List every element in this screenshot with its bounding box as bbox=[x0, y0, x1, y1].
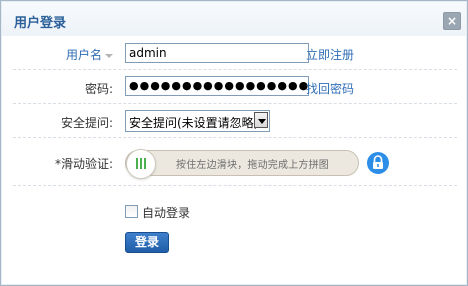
grip-bar bbox=[144, 158, 146, 169]
close-icon: × bbox=[446, 14, 458, 28]
password-row: 密码: ●●●●●●●●●●●●●●●●● 找回密码 bbox=[13, 70, 457, 104]
register-link[interactable]: 立即注册 bbox=[306, 46, 354, 63]
auto-login-label[interactable]: 自动登录 bbox=[142, 204, 190, 221]
login-button[interactable]: 登录 bbox=[125, 232, 169, 253]
chevron-down-icon[interactable] bbox=[254, 112, 268, 128]
grip-bar bbox=[136, 158, 138, 169]
security-question-label: 安全提问: bbox=[60, 116, 113, 130]
username-row: 用户名 admin 立即注册 bbox=[13, 37, 457, 70]
username-label-text: 用户名 bbox=[65, 48, 102, 62]
lock-icon bbox=[367, 152, 389, 174]
login-dialog: 用户登录 × 用户名 admin 立即注册 密码: ●●●●●●●●●●●●●●… bbox=[0, 0, 468, 286]
grip-bar bbox=[140, 158, 142, 169]
dialog-titlebar: 用户登录 × bbox=[2, 2, 466, 36]
captcha-slider-track: 按住左边滑块，拖动完成上方拼图 bbox=[125, 149, 359, 179]
security-question-select[interactable]: 安全提问(未设置请忽略) bbox=[125, 110, 270, 132]
chevron-down-icon bbox=[105, 53, 113, 58]
close-button[interactable]: × bbox=[443, 12, 461, 30]
username-label[interactable]: 用户名 bbox=[66, 46, 113, 63]
username-input[interactable]: admin bbox=[125, 43, 309, 63]
password-label: 密码: bbox=[84, 82, 113, 96]
captcha-row: *滑动验证: 按住左边滑块，拖动完成上方拼图 bbox=[13, 138, 457, 186]
security-question-value: 安全提问(未设置请忽略) bbox=[129, 116, 259, 130]
captcha-hint: 按住左边滑块，拖动完成上方拼图 bbox=[176, 160, 329, 171]
captcha-slider-handle[interactable] bbox=[126, 149, 156, 179]
dialog-title: 用户登录 bbox=[14, 16, 67, 31]
captcha-label: *滑动验证: bbox=[54, 157, 113, 171]
auto-login-checkbox[interactable] bbox=[125, 205, 138, 218]
forgot-password-link[interactable]: 找回密码 bbox=[306, 80, 354, 97]
password-input[interactable]: ●●●●●●●●●●●●●●●●● bbox=[125, 76, 309, 96]
security-question-row: 安全提问: 安全提问(未设置请忽略) bbox=[13, 104, 457, 138]
